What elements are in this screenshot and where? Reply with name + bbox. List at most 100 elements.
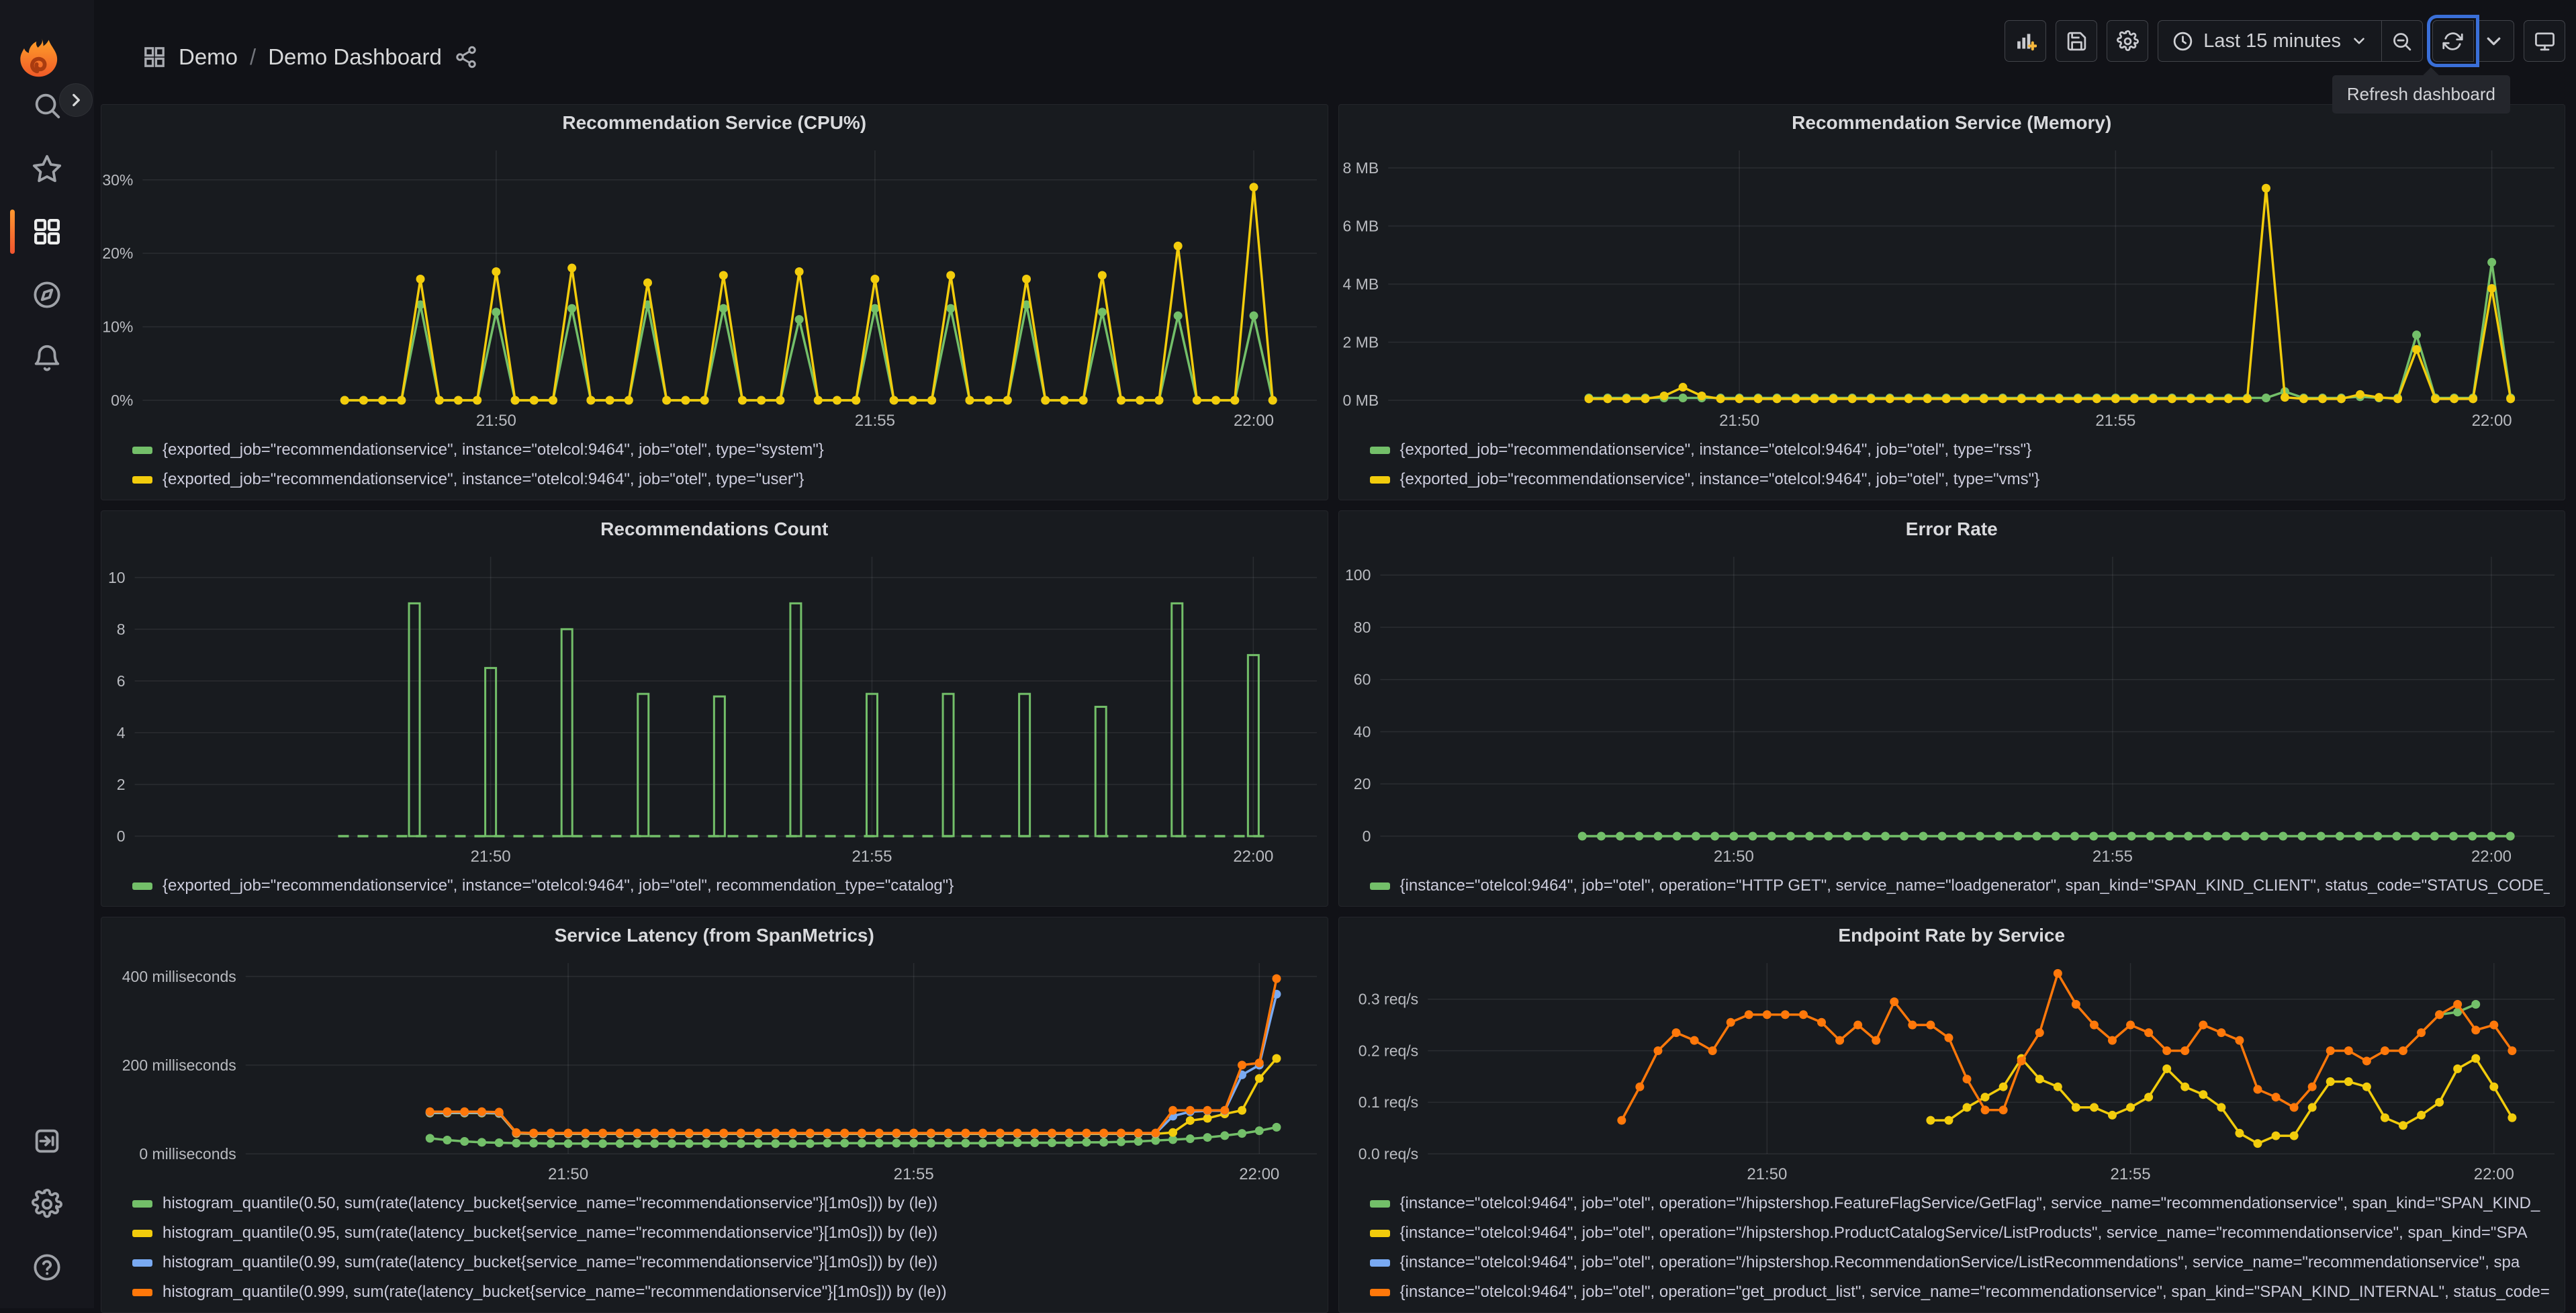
refresh-interval-dropdown[interactable] (2473, 20, 2514, 62)
legend-item[interactable]: {exported_job="recommendationservice", i… (132, 465, 1313, 494)
svg-text:6: 6 (117, 672, 126, 690)
svg-text:21:50: 21:50 (1713, 848, 1753, 866)
legend-item[interactable]: {exported_job="recommendationservice", i… (1369, 465, 2550, 494)
chevron-down-icon (2483, 30, 2505, 52)
svg-text:0: 0 (1362, 827, 1371, 845)
sidebar-item-dashboards[interactable] (0, 200, 94, 263)
settings-gear-icon (32, 1189, 62, 1220)
legend-swatch (1369, 882, 1390, 890)
panel-title[interactable]: Endpoint Rate by Service (1339, 917, 2565, 954)
save-dashboard-icon (2066, 30, 2088, 52)
time-series-chart[interactable]: 0% 10% 20% 30% 21:50 21:55 22:00 (101, 141, 1328, 434)
panel-title[interactable]: Error Rate (1339, 511, 2565, 547)
chevron-right-icon (67, 91, 85, 109)
zoom-out-icon (2391, 30, 2413, 52)
legend-item[interactable]: {instance="otelcol:9464", job="otel", op… (1369, 1248, 2550, 1277)
legend-item[interactable]: {instance="otelcol:9464", job="otel", op… (1369, 1218, 2550, 1248)
panel-recommendation-service-memory: Recommendation Service (Memory) 0 MB 2 MB… (1338, 104, 2565, 500)
legend-item[interactable]: {exported_job="recommendationservice", i… (132, 871, 1313, 901)
chevron-down-icon (2350, 32, 2368, 50)
breadcrumb-folder[interactable]: Demo (179, 44, 238, 70)
breadcrumb-dashboard[interactable]: Demo Dashboard (268, 44, 442, 70)
svg-text:60: 60 (1353, 671, 1371, 688)
sidebar-nav (0, 74, 94, 390)
svg-text:20: 20 (1353, 775, 1371, 793)
panel-endpoint-rate-by-service: Endpoint Rate by Service 0.0 req/s 0.1 re… (1338, 917, 2565, 1313)
breadcrumb: Demo / Demo Dashboard (142, 44, 478, 70)
zoom-out-button[interactable] (2381, 20, 2423, 62)
save-dashboard-button[interactable] (2056, 20, 2098, 62)
legend-item[interactable]: {instance="otelcol:9464", job="otel", op… (1369, 1189, 2550, 1218)
kiosk-mode-button[interactable] (2524, 20, 2565, 62)
time-series-chart[interactable]: 0 20 40 60 80 100 21:50 21:55 22:00 (1339, 547, 2565, 870)
time-range-picker[interactable]: Last 15 minutes (2158, 20, 2382, 62)
svg-text:0.3 req/s: 0.3 req/s (1358, 991, 1418, 1008)
panel-title[interactable]: Service Latency (from SpanMetrics) (101, 917, 1328, 954)
legend-label: histogram_quantile(0.99, sum(rate(latenc… (163, 1253, 938, 1271)
time-series-chart[interactable]: 0 2 4 6 8 10 21:50 21:55 22:00 (101, 547, 1328, 870)
panel-service-latency: Service Latency (from SpanMetrics) 0 mil… (101, 917, 1328, 1313)
add-panel-icon (2015, 30, 2037, 52)
legend-swatch (132, 882, 152, 890)
svg-text:21:55: 21:55 (894, 1165, 934, 1183)
svg-text:21:55: 21:55 (2095, 412, 2135, 430)
page-header: Demo / Demo Dashboard Last 15 minutes (94, 0, 2576, 102)
sidebar-item-explore[interactable] (0, 263, 94, 326)
legend-item[interactable]: {instance="otelcol:9464", job="otel", op… (1369, 1277, 2550, 1307)
search-icon (32, 90, 62, 121)
sidebar-item-sign-in[interactable] (0, 1110, 94, 1173)
svg-text:80: 80 (1353, 619, 1371, 636)
add-panel-button[interactable] (2005, 20, 2047, 62)
active-indicator (10, 210, 15, 254)
svg-text:0: 0 (117, 827, 126, 845)
legend-label: {exported_job="recommendationservice", i… (163, 441, 824, 459)
sidebar (0, 0, 94, 1308)
sidebar-expand-button[interactable] (59, 83, 93, 117)
sidebar-item-help[interactable] (0, 1236, 94, 1299)
legend-item[interactable]: histogram_quantile(0.99, sum(rate(latenc… (132, 1248, 1313, 1277)
star-icon (32, 153, 62, 184)
sidebar-item-configuration[interactable] (0, 1173, 94, 1236)
legend-item[interactable]: histogram_quantile(0.50, sum(rate(latenc… (132, 1189, 1313, 1218)
legend-swatch (132, 476, 152, 484)
monitor-icon (2534, 30, 2556, 52)
legend-item[interactable]: histogram_quantile(0.999, sum(rate(laten… (132, 1277, 1313, 1307)
dashboard-settings-button[interactable] (2107, 20, 2149, 62)
time-series-chart[interactable]: 0.0 req/s 0.1 req/s 0.2 req/s 0.3 req/s 21:5… (1339, 954, 2565, 1187)
legend-swatch (1369, 476, 1390, 484)
legend-item[interactable]: {instance="otelcol:9464", job="otel", op… (1369, 871, 2550, 901)
legend-label: histogram_quantile(0.50, sum(rate(latenc… (163, 1194, 938, 1212)
sidebar-item-alerting[interactable] (0, 326, 94, 390)
legend-swatch (132, 446, 152, 454)
explore-compass-icon (32, 279, 62, 310)
refresh-dashboard-button[interactable] (2432, 20, 2474, 62)
time-range-label: Last 15 minutes (2203, 30, 2341, 52)
svg-text:21:55: 21:55 (852, 848, 892, 866)
panel-legend: {exported_job="recommendationservice", i… (1339, 435, 2565, 494)
svg-text:21:55: 21:55 (2110, 1165, 2150, 1183)
svg-text:6 MB: 6 MB (1342, 217, 1379, 234)
svg-text:30%: 30% (102, 171, 133, 189)
legend-item[interactable]: {exported_job="recommendationservice", i… (1369, 435, 2550, 465)
legend-item[interactable]: {exported_job="recommendationservice", i… (132, 435, 1313, 465)
panel-recommendation-service-cpu: Recommendation Service (CPU%) 0% 10% 20% 30… (101, 104, 1328, 500)
clock-icon (2172, 30, 2194, 52)
sidebar-bottom-nav (0, 1110, 94, 1299)
legend-item[interactable]: histogram_quantile(0.95, sum(rate(latenc… (132, 1218, 1313, 1248)
time-series-chart[interactable]: 0 milliseconds 200 milliseconds 400 millis… (101, 954, 1328, 1187)
dashboard-settings-icon (2116, 30, 2139, 52)
legend-swatch (1369, 1229, 1390, 1237)
legend-swatch (132, 1288, 152, 1296)
refresh-tooltip: Refresh dashboard (2332, 75, 2510, 114)
sidebar-item-starred[interactable] (0, 137, 94, 200)
share-alt-icon[interactable] (454, 45, 478, 69)
panel-recommendations-count: Recommendations Count 0 2 4 6 8 10 21:50 21:55 2… (101, 510, 1328, 907)
svg-text:22:00: 22:00 (2471, 412, 2512, 430)
panel-title[interactable]: Recommendations Count (101, 511, 1328, 547)
panel-title[interactable]: Recommendation Service (CPU%) (101, 105, 1328, 141)
help-icon (32, 1252, 62, 1283)
svg-text:4 MB: 4 MB (1342, 275, 1379, 293)
time-series-chart[interactable]: 0 MB 2 MB 4 MB 6 MB 8 MB 21:50 21:55 22:00 (1339, 141, 2565, 434)
svg-text:4: 4 (117, 724, 126, 741)
svg-text:22:00: 22:00 (1239, 1165, 1279, 1183)
